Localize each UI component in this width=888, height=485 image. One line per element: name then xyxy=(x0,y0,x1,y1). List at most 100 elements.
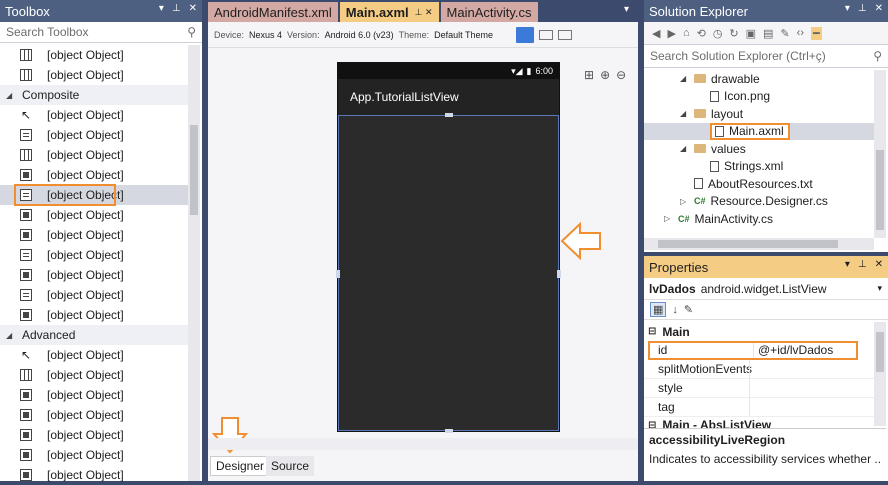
close-icon[interactable]: ✕ xyxy=(875,259,883,270)
toolbox-item[interactable]: [object Object] xyxy=(0,445,188,465)
search-icon[interactable]: ⚲ xyxy=(187,25,196,39)
close-icon[interactable]: ✕ xyxy=(189,3,197,14)
pin-icon[interactable]: ⊥ xyxy=(858,3,867,14)
wrench-icon[interactable]: ✎ xyxy=(684,303,693,316)
toolbox-item[interactable]: [object Object] xyxy=(0,184,188,206)
tree-item[interactable]: ▷ C# MainActivity.cs xyxy=(644,210,874,228)
collapse-section-icon[interactable]: ⊟ xyxy=(648,326,656,337)
properties-scroll-thumb[interactable] xyxy=(876,332,884,372)
toolbox-item[interactable]: ↖ [object Object] xyxy=(0,345,188,365)
listview-element[interactable] xyxy=(336,113,561,433)
toolbox-item[interactable]: [object Object] xyxy=(0,65,188,85)
property-row[interactable]: tag xyxy=(644,398,874,417)
toolbox-item[interactable]: [object Object] xyxy=(0,385,188,405)
toolbox-item[interactable]: [object Object] xyxy=(0,225,188,245)
version-select[interactable]: Android 6.0 (v23) xyxy=(325,30,394,40)
doc-tab[interactable]: AndroidManifest.xml xyxy=(208,2,338,22)
toolbox-item[interactable]: [object Object] xyxy=(0,265,188,285)
code-icon[interactable]: ‹› xyxy=(797,27,804,39)
tree-item[interactable]: ◢ drawable xyxy=(644,70,874,88)
toolbox-search-input[interactable]: Search Toolbox ⚲ xyxy=(0,22,202,43)
solution-explorer-search-input[interactable]: Search Solution Explorer (Ctrl+ç) ⚲ xyxy=(644,44,888,68)
toolbox-item[interactable]: [object Object] xyxy=(0,165,188,185)
zoom-icon[interactable]: ⊕ xyxy=(600,68,610,82)
pin-icon[interactable]: ⊥ xyxy=(858,259,867,270)
expand-icon[interactable]: ◢ xyxy=(6,91,16,100)
solution-explorer-hscrollbar[interactable] xyxy=(644,238,874,250)
property-value[interactable] xyxy=(749,360,874,378)
files-icon[interactable]: ▤ xyxy=(763,27,773,40)
collapse-icon[interactable]: ▣ xyxy=(746,27,756,40)
property-row[interactable]: splitMotionEvents xyxy=(644,360,874,379)
portrait-icon[interactable] xyxy=(516,26,535,43)
expand-icon[interactable]: ▷ xyxy=(680,197,694,206)
tab-source[interactable]: Source xyxy=(266,456,315,476)
expand-icon[interactable]: ▷ xyxy=(664,214,678,223)
tree-item[interactable]: AboutResources.txt xyxy=(644,175,874,193)
tree-item[interactable]: ▷ C# Resource.Designer.cs xyxy=(644,193,874,211)
dropdown-icon[interactable]: ▾ xyxy=(845,3,850,14)
toolbox-item[interactable]: [object Object] xyxy=(0,465,188,485)
collapse-icon[interactable]: ◢ xyxy=(680,74,694,83)
resize-handle-left[interactable] xyxy=(336,270,340,278)
expand-icon[interactable]: ◢ xyxy=(6,331,16,340)
tree-item[interactable]: Strings.xml xyxy=(644,158,874,176)
alphabetical-icon[interactable]: ↓ xyxy=(672,304,678,316)
tab-close-icon[interactable]: ⊥ ✕ xyxy=(415,7,433,18)
tab-designer[interactable]: Designer xyxy=(210,456,271,476)
resize-handle-right[interactable] xyxy=(557,270,561,278)
pin-icon[interactable]: ⊥ xyxy=(172,3,181,14)
toolbox-scroll-thumb[interactable] xyxy=(190,125,198,215)
toolbox-item[interactable]: [object Object] xyxy=(0,425,188,445)
chevron-down-icon[interactable]: ▾ xyxy=(877,283,882,294)
categorized-icon[interactable]: ▦ xyxy=(650,302,667,317)
toolbox-item[interactable]: [object Object] xyxy=(0,205,188,225)
toolbox-item[interactable]: [object Object] xyxy=(0,365,188,385)
properties-scrollbar[interactable] xyxy=(874,322,886,426)
history-icon[interactable]: ◷ xyxy=(713,27,723,40)
toolbox-item[interactable]: [object Object] xyxy=(0,125,188,145)
collapse-icon[interactable]: ◢ xyxy=(680,109,694,118)
properties-object-selector[interactable]: lvDados android.widget.ListView ▾ xyxy=(644,278,888,300)
property-value[interactable] xyxy=(749,398,874,416)
toolbox-item[interactable]: [object Object] xyxy=(0,145,188,165)
solution-explorer-scroll-thumb[interactable] xyxy=(876,150,884,230)
property-row[interactable]: id @+id/lvDados xyxy=(648,341,858,360)
composite-category[interactable]: ◢ Composite xyxy=(0,85,188,105)
pin-active-icon[interactable]: ━ xyxy=(811,26,822,40)
doc-tab[interactable]: MainActivity.cs xyxy=(440,2,538,22)
tree-item[interactable]: ◢ layout xyxy=(644,105,874,123)
solution-explorer-scrollbar[interactable] xyxy=(874,70,886,238)
doc-tab[interactable]: Main.axml ⊥ ✕ xyxy=(339,2,439,22)
resize-handle-bottom[interactable] xyxy=(445,429,453,433)
landscape-icon[interactable] xyxy=(539,29,554,40)
refresh-icon[interactable]: ↻ xyxy=(729,27,738,40)
tree-item[interactable]: Main.axml xyxy=(644,122,874,140)
horizontal-scrollbar[interactable] xyxy=(208,438,638,450)
back-icon[interactable]: ◀ xyxy=(652,27,660,40)
toolbox-item[interactable]: [object Object] xyxy=(0,45,188,65)
device-select[interactable]: Nexus 4 xyxy=(249,30,282,40)
advanced-category[interactable]: ◢ Advanced xyxy=(0,325,188,345)
resize-handle-top[interactable] xyxy=(445,113,453,117)
theme-select[interactable]: Default Theme xyxy=(434,30,493,40)
property-value[interactable] xyxy=(749,379,874,397)
dropdown-icon[interactable]: ▾ xyxy=(159,3,164,14)
property-value[interactable]: @+id/lvDados xyxy=(753,341,858,359)
toggle-icon[interactable] xyxy=(558,29,573,40)
toolbox-item[interactable]: [object Object] xyxy=(0,285,188,305)
collapse-icon[interactable]: ◢ xyxy=(680,144,694,153)
property-row[interactable]: style xyxy=(644,379,874,398)
tree-item[interactable]: ◢ values xyxy=(644,140,874,158)
home-icon[interactable]: ⌂ xyxy=(683,27,690,39)
tab-dropdown-icon[interactable]: ▾ xyxy=(624,4,629,15)
toolbox-item[interactable]: [object Object] xyxy=(0,245,188,265)
search-icon[interactable]: ⚲ xyxy=(873,49,882,63)
close-icon[interactable]: ✕ xyxy=(875,3,883,14)
dropdown-icon[interactable]: ▾ xyxy=(845,259,850,270)
toolbox-item[interactable]: [object Object] xyxy=(0,305,188,325)
toolbox-scrollbar[interactable] xyxy=(188,45,200,481)
toolbox-item[interactable]: [object Object] xyxy=(0,405,188,425)
solution-explorer-hscroll-thumb[interactable] xyxy=(658,240,838,248)
wrench-icon[interactable]: ✎ xyxy=(780,27,789,40)
